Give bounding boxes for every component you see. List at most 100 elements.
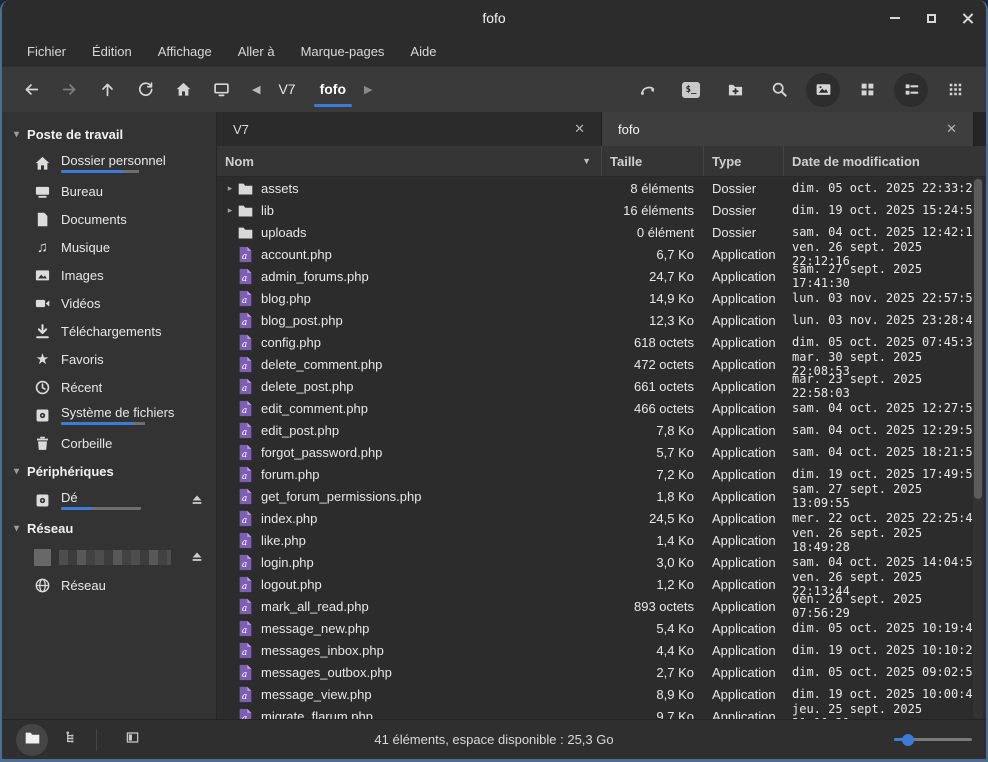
- php-file-icon: a: [237, 356, 254, 373]
- tab-close-icon[interactable]: ✕: [570, 119, 589, 139]
- sidebar-item-musique[interactable]: ♫Musique: [2, 233, 216, 261]
- minimize-button[interactable]: [884, 7, 906, 29]
- menu-fichier[interactable]: Fichier: [16, 40, 77, 63]
- file-row-assets[interactable]: ▸assets8 élémentsDossierdim. 05 oct. 202…: [217, 177, 986, 199]
- file-row-blog-post-php[interactable]: ablog_post.php12,3 KoApplicationlun. 03 …: [217, 309, 986, 331]
- sidebar-section-p-riph-riques[interactable]: ▾Périphériques: [2, 457, 216, 486]
- forward-button[interactable]: [50, 72, 88, 108]
- expander-icon[interactable]: ▸: [223, 183, 237, 194]
- file-row-message-new-php[interactable]: amessage_new.php5,4 KoApplicationdim. 05…: [217, 617, 986, 639]
- up-button[interactable]: [88, 72, 126, 108]
- jump-location-button[interactable]: [628, 72, 666, 108]
- svg-text:a: a: [242, 603, 247, 613]
- sidebar-item-vid-os[interactable]: Vidéos: [2, 289, 216, 317]
- php-file-icon: a: [237, 686, 254, 703]
- scrollbar-thumb[interactable]: [974, 179, 982, 499]
- tab-fofo[interactable]: fofo✕: [602, 112, 974, 146]
- sidebar-item-r-cent[interactable]: Récent: [2, 373, 216, 401]
- file-row-messages-inbox-php[interactable]: amessages_inbox.php4,4 KoApplicationdim.…: [217, 639, 986, 661]
- file-row-edit-comment-php[interactable]: aedit_comment.php466 octetsApplicationsa…: [217, 397, 986, 419]
- tree-sidebar-toggle[interactable]: [58, 727, 84, 753]
- titlebar[interactable]: fofo: [2, 0, 986, 36]
- tree-icon: [64, 730, 79, 750]
- expander-icon[interactable]: ▸: [223, 205, 237, 216]
- open-terminal-button[interactable]: $_: [672, 72, 710, 108]
- sidebar-item-syst-me-de-fichiers[interactable]: Système de fichiers: [2, 401, 216, 429]
- sidebar-section-poste-de-travail[interactable]: ▾Poste de travail: [2, 120, 216, 149]
- maximize-button[interactable]: [920, 7, 942, 29]
- back-button[interactable]: [12, 72, 50, 108]
- sidebar-item-t-l-chargements[interactable]: Téléchargements: [2, 317, 216, 345]
- sort-descending-icon: ▼: [582, 156, 593, 166]
- column-header-modified[interactable]: Date de modification: [784, 146, 986, 176]
- file-row-admin-forums-php[interactable]: aadmin_forums.php24,7 KoApplicationsam. …: [217, 265, 986, 287]
- file-type: Application: [704, 599, 784, 614]
- svg-text:a: a: [242, 295, 247, 305]
- sidebar-item-dossier-personnel[interactable]: Dossier personnel: [2, 149, 216, 177]
- zoom-slider[interactable]: [894, 733, 972, 747]
- disk-usage-bar: [61, 507, 141, 510]
- sidebar-item-images[interactable]: Images: [2, 261, 216, 289]
- breadcrumb-scroll-right-icon[interactable]: ▶: [358, 83, 378, 96]
- drive-icon: [34, 492, 51, 509]
- file-row-lib[interactable]: ▸lib16 élémentsDossierdim. 19 oct. 2025 …: [217, 199, 986, 221]
- sidebar-item-bureau[interactable]: Bureau: [2, 177, 216, 205]
- breadcrumb-parent-button[interactable]: V7: [266, 75, 307, 105]
- eject-icon[interactable]: [190, 550, 206, 564]
- menu-aide[interactable]: Aide: [399, 40, 447, 63]
- file-row-edit-post-php[interactable]: aedit_post.php7,8 KoApplicationsam. 04 o…: [217, 419, 986, 441]
- column-header-name[interactable]: Nom ▼: [217, 146, 602, 176]
- file-row-get-forum-permissions-php[interactable]: aget_forum_permissions.php1,8 KoApplicat…: [217, 485, 986, 507]
- sidebar-item-label: Dossier personnel: [61, 153, 166, 168]
- home-button[interactable]: [164, 72, 202, 108]
- sidebar-item-favoris[interactable]: ★Favoris: [2, 345, 216, 373]
- zoom-slider-handle[interactable]: [902, 734, 914, 746]
- file-size: 472 octets: [602, 357, 704, 372]
- file-row-mark-all-read-php[interactable]: amark_all_read.php893 octetsApplicationv…: [217, 595, 986, 617]
- vertical-scrollbar[interactable]: [973, 177, 983, 719]
- file-type: Application: [704, 357, 784, 372]
- sidebar-item-d-[interactable]: Dé: [2, 486, 216, 514]
- sidebar-item-redacted[interactable]: [2, 543, 216, 571]
- tab-close-icon[interactable]: ✕: [942, 119, 961, 139]
- sidebar-item-r-seau[interactable]: Réseau: [2, 571, 216, 599]
- file-size: 618 octets: [602, 335, 704, 350]
- panel-toggle[interactable]: [119, 727, 145, 753]
- menu-marquepages[interactable]: Marque-pages: [290, 40, 396, 63]
- list-view-button[interactable]: [894, 73, 928, 107]
- sidebar-item-documents[interactable]: Documents: [2, 205, 216, 233]
- new-folder-button[interactable]: [716, 72, 754, 108]
- column-header-type[interactable]: Type: [704, 146, 784, 176]
- computer-button[interactable]: [202, 72, 240, 108]
- window-title: fofo: [482, 10, 505, 26]
- close-button[interactable]: [956, 7, 978, 29]
- php-file-icon: a: [237, 378, 254, 395]
- file-size: 0 élément: [602, 225, 704, 240]
- sidebar-item-corbeille[interactable]: Corbeille: [2, 429, 216, 457]
- file-row-blog-php[interactable]: ablog.php14,9 KoApplicationlun. 03 nov. …: [217, 287, 986, 309]
- sidebar-section-r-seau[interactable]: ▾Réseau: [2, 514, 216, 543]
- column-header-size[interactable]: Taille: [602, 146, 704, 176]
- tab-label: V7: [233, 122, 562, 137]
- folder-new-icon: [727, 81, 744, 98]
- refresh-button[interactable]: [126, 72, 164, 108]
- places-sidebar-toggle[interactable]: [16, 724, 48, 756]
- breadcrumb-current-button[interactable]: fofo: [308, 75, 358, 105]
- file-row-like-php[interactable]: alike.php1,4 KoApplicationven. 26 sept. …: [217, 529, 986, 551]
- file-row-messages-outbox-php[interactable]: amessages_outbox.php2,7 KoApplicationdim…: [217, 661, 986, 683]
- compact-view-button[interactable]: [936, 72, 974, 108]
- icon-view-button[interactable]: [806, 73, 840, 107]
- tab-v7[interactable]: V7 ✕: [217, 112, 602, 146]
- grid-view-button[interactable]: [848, 72, 886, 108]
- file-row-delete-post-php[interactable]: adelete_post.php661 octetsApplicationmar…: [217, 375, 986, 397]
- menu-aller[interactable]: Aller à: [227, 40, 286, 63]
- breadcrumb-scroll-left-icon[interactable]: ◀: [246, 83, 266, 96]
- file-row-forgot-password-php[interactable]: aforgot_password.php5,7 KoApplicationsam…: [217, 441, 986, 463]
- eject-icon[interactable]: [190, 493, 206, 507]
- search-button[interactable]: [760, 72, 798, 108]
- file-row-migrate-flarum-php[interactable]: amigrate_flarum.php9,7 KoApplicationjeu.…: [217, 705, 986, 719]
- menu-affichage[interactable]: Affichage: [147, 40, 223, 63]
- main-area: ▾Poste de travail Dossier personnel Bureau…: [2, 112, 986, 719]
- view-image-icon: [815, 81, 832, 98]
- menu-dition[interactable]: Édition: [81, 40, 143, 63]
